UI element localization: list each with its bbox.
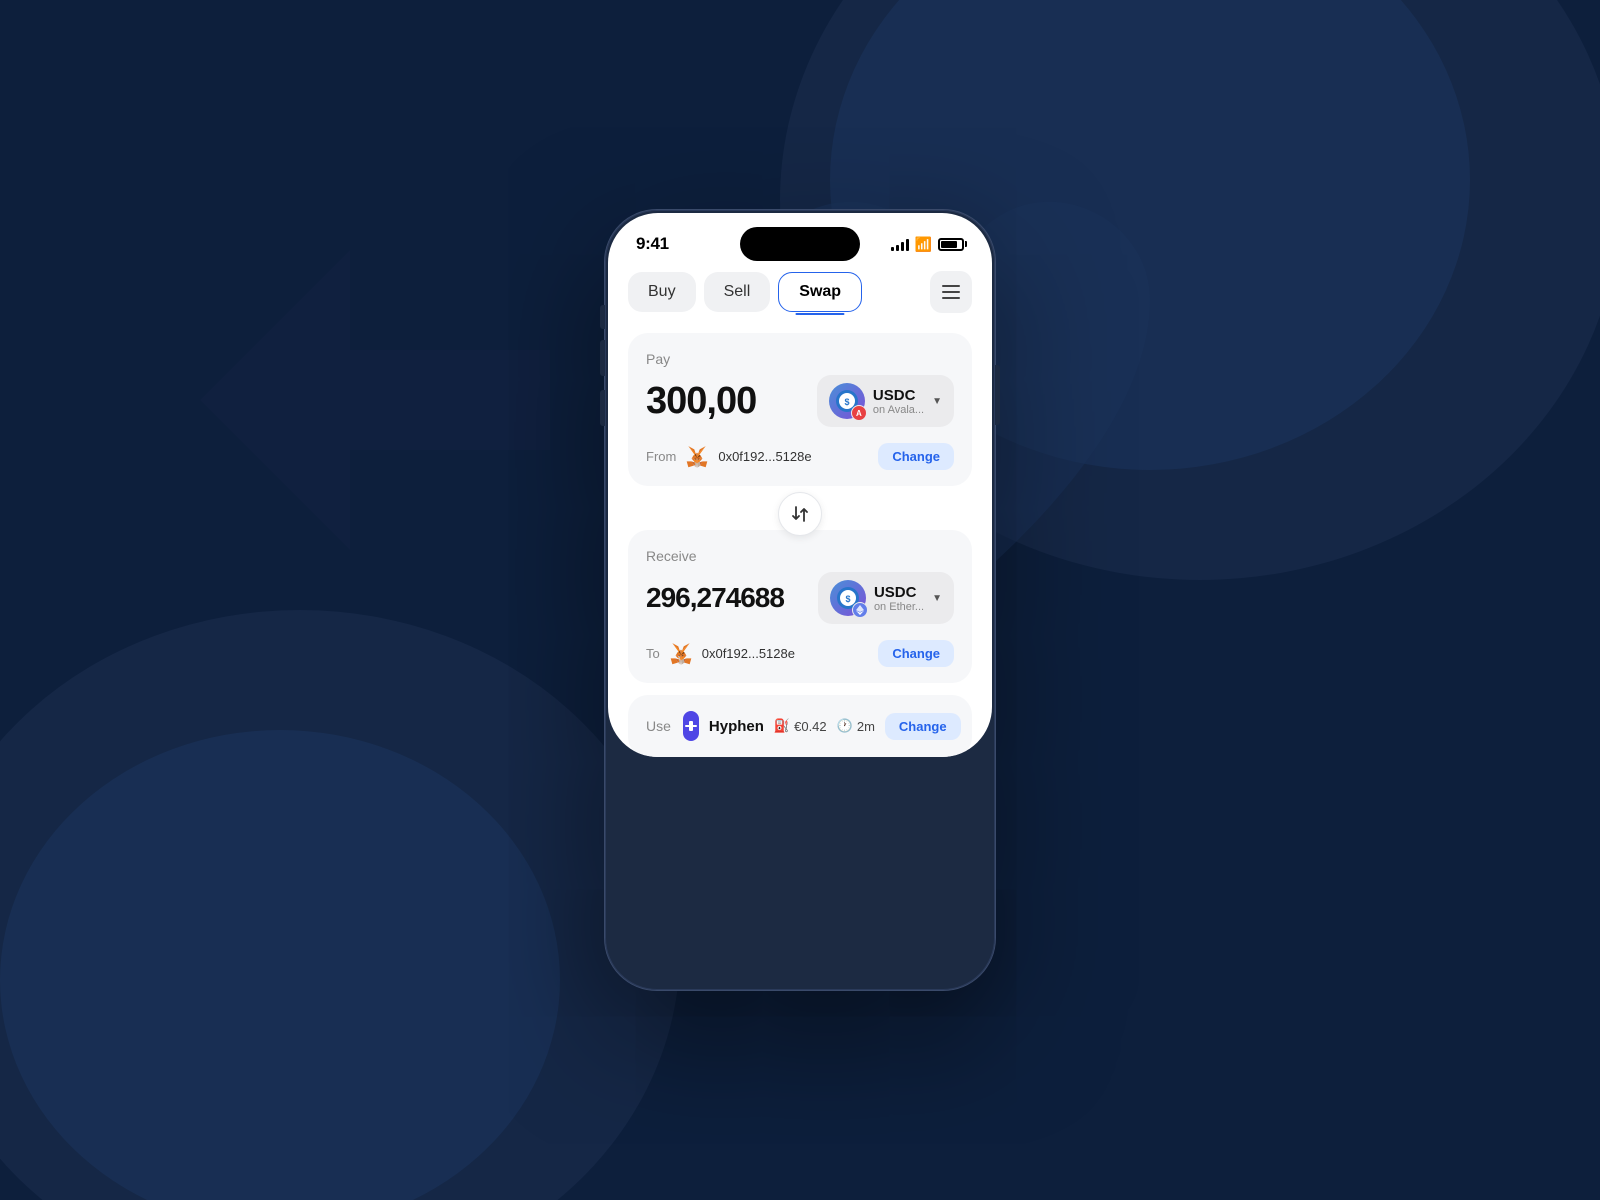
swap-arrow-container — [628, 494, 972, 534]
silent-button — [600, 305, 605, 329]
phone-screen: 9:41 📶 Buy Sell — [608, 213, 992, 757]
tab-buttons: Buy Sell Swap — [628, 272, 862, 312]
to-label: To — [646, 646, 660, 661]
battery-icon — [938, 238, 964, 251]
receive-token-selector[interactable]: $ USDC on Et — [818, 572, 954, 624]
signal-icon — [891, 237, 909, 251]
power-button — [995, 365, 1000, 425]
pay-change-button[interactable]: Change — [878, 443, 954, 470]
tab-swap[interactable]: Swap — [778, 272, 862, 312]
receive-token-chain: on Ether... — [874, 601, 924, 613]
phone-frame: 9:41 📶 Buy Sell — [605, 210, 995, 990]
volume-up-button — [600, 340, 605, 376]
receive-address-left: To — [646, 641, 795, 667]
status-time: 9:41 — [636, 234, 669, 254]
use-bar: Use Hyphen ⛽ €0.42 🕐 2m — [628, 695, 972, 757]
receive-metamask-icon — [668, 641, 694, 667]
swap-arrows-icon — [790, 504, 810, 524]
menu-line-2 — [942, 291, 960, 293]
tab-buy[interactable]: Buy — [628, 272, 696, 312]
pay-token-name: USDC — [873, 387, 924, 404]
use-change-button[interactable]: Change — [885, 713, 961, 740]
receive-address-row: To — [646, 640, 954, 667]
receive-change-button[interactable]: Change — [878, 640, 954, 667]
from-label: From — [646, 449, 676, 464]
receive-token-name: USDC — [874, 584, 924, 601]
status-icons: 📶 — [891, 236, 964, 253]
time-value: 2m — [857, 719, 875, 734]
cost-value: €0.42 — [794, 719, 827, 734]
pay-token-icon: $ A — [829, 383, 865, 419]
receive-card: Receive 296,274688 $ — [628, 530, 972, 683]
pay-card: Pay 300,00 $ A — [628, 333, 972, 486]
menu-button[interactable] — [930, 271, 972, 313]
svg-text:$: $ — [845, 594, 850, 604]
time-item: 🕐 2m — [837, 718, 875, 734]
tab-bar: Buy Sell Swap — [628, 267, 972, 313]
dynamic-island — [740, 227, 860, 261]
pay-label: Pay — [646, 351, 954, 367]
pay-address-text: 0x0f192...5128e — [718, 449, 811, 464]
ethereum-badge — [852, 602, 868, 618]
app-content: Buy Sell Swap Pay 300,00 — [608, 267, 992, 757]
pay-amount: 300,00 — [646, 380, 756, 423]
receive-main-row: 296,274688 $ — [646, 572, 954, 624]
receive-token-info: USDC on Ether... — [874, 584, 924, 613]
receive-token-icon: $ — [830, 580, 866, 616]
pay-address-left: From — [646, 444, 812, 470]
tab-sell[interactable]: Sell — [704, 272, 771, 312]
pay-token-chevron: ▼ — [932, 396, 942, 407]
volume-down-button — [600, 390, 605, 426]
receive-label: Receive — [646, 548, 954, 564]
receive-address-text: 0x0f192...5128e — [702, 646, 795, 661]
pay-token-chain: on Avala... — [873, 404, 924, 416]
pay-token-selector[interactable]: $ A USDC on Avala... ▼ — [817, 375, 954, 427]
gas-icon: ⛽ — [774, 718, 790, 734]
clock-icon: 🕐 — [837, 718, 853, 734]
pay-token-info: USDC on Avala... — [873, 387, 924, 416]
receive-token-chevron: ▼ — [932, 593, 942, 604]
receive-amount: 296,274688 — [646, 582, 784, 614]
use-meta: ⛽ €0.42 🕐 2m — [774, 718, 875, 734]
metamask-icon — [684, 444, 710, 470]
swap-direction-button[interactable] — [778, 492, 822, 536]
hyphen-name: Hyphen — [709, 718, 764, 735]
pay-main-row: 300,00 $ A — [646, 375, 954, 427]
cost-item: ⛽ €0.42 — [774, 718, 827, 734]
avalanche-badge: A — [851, 405, 867, 421]
pay-address-row: From — [646, 443, 954, 470]
svg-text:$: $ — [844, 397, 849, 407]
hyphen-icon — [683, 711, 699, 741]
menu-line-3 — [942, 297, 960, 299]
menu-line-1 — [942, 285, 960, 287]
use-label: Use — [646, 718, 671, 734]
wifi-icon: 📶 — [915, 236, 932, 253]
